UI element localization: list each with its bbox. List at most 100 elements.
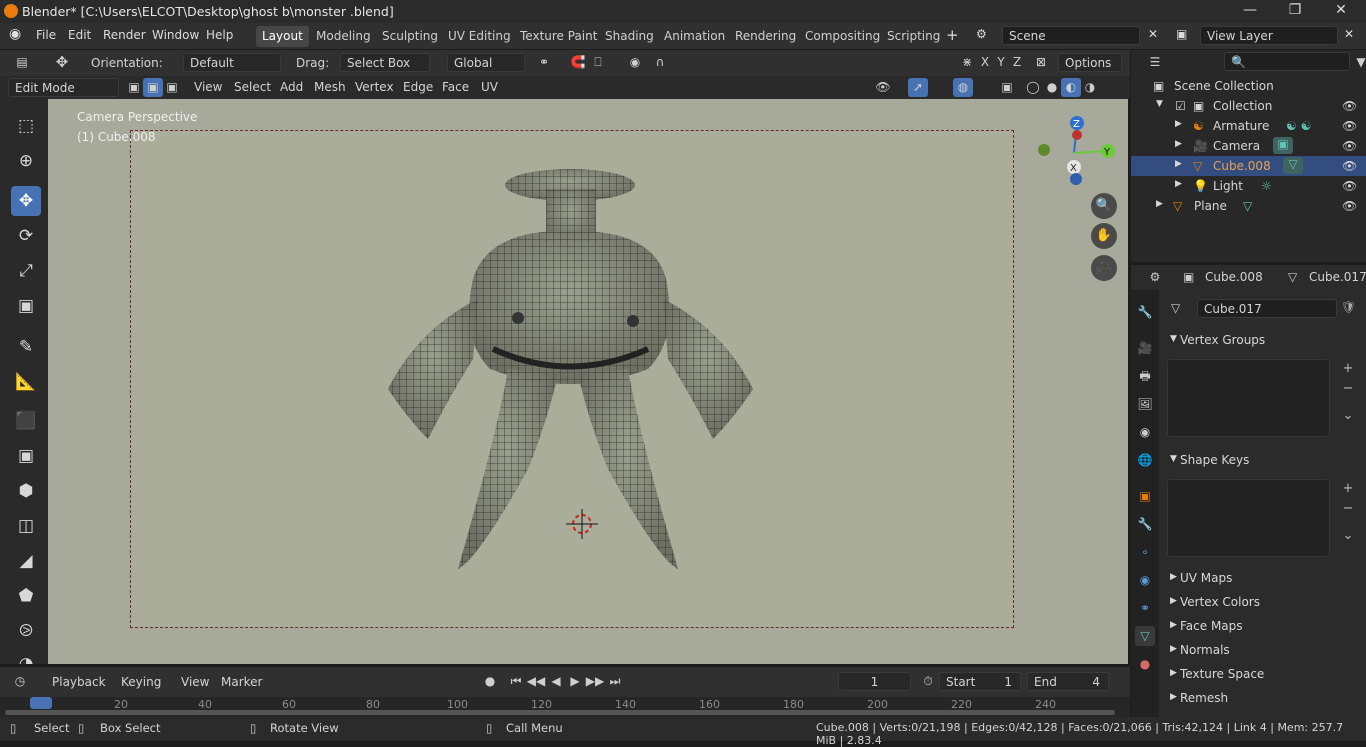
menu-render[interactable]: Render bbox=[103, 28, 146, 42]
shape-keys-list[interactable] bbox=[1167, 479, 1330, 557]
3d-viewport[interactable]: Camera Perspective (1) Cube.008 Z Y X 🔍 … bbox=[48, 99, 1128, 664]
outliner-row-scene-collection[interactable]: ▣ Scene Collection bbox=[1131, 76, 1366, 96]
tab-uv-editing[interactable]: UV Editing bbox=[442, 26, 517, 47]
particles-tab-icon[interactable]: ∘ bbox=[1135, 542, 1155, 562]
camera-view-icon[interactable]: 🎥 bbox=[1091, 255, 1117, 281]
panel-remesh[interactable]: ▶ Remesh bbox=[1164, 689, 1364, 711]
timeline-scrollbar[interactable] bbox=[5, 710, 1115, 715]
menu-face[interactable]: Face bbox=[442, 80, 469, 94]
timeline-ruler[interactable]: 20 40 60 80 100 120 140 160 180 200 220 … bbox=[0, 697, 1130, 717]
remove-vertex-group-icon[interactable]: − bbox=[1340, 381, 1356, 397]
menu-playback[interactable]: Playback bbox=[52, 675, 106, 689]
add-shape-key-icon[interactable]: + bbox=[1340, 481, 1356, 497]
modifier-tab-icon[interactable]: 🔧 bbox=[1135, 514, 1155, 534]
outliner-search-input[interactable]: 🔍 bbox=[1224, 52, 1350, 71]
face-select-icon[interactable]: ▣ bbox=[162, 78, 182, 97]
move-tool-icon[interactable]: ✥ bbox=[11, 186, 41, 216]
physics-tab-icon[interactable]: ◉ bbox=[1135, 570, 1155, 590]
move-tool-icon[interactable]: ✥ bbox=[52, 53, 72, 72]
outliner-row-camera[interactable]: ▶ 🎥 Camera ▣ 👁 bbox=[1131, 136, 1366, 156]
scene-selector[interactable]: Scene bbox=[1002, 26, 1140, 45]
fake-user-shield-icon[interactable]: 🛡 bbox=[1341, 300, 1356, 314]
eye-icon[interactable]: 👁 bbox=[1342, 119, 1357, 133]
auto-merge-icon[interactable]: ⊠ bbox=[1031, 53, 1051, 72]
tab-compositing[interactable]: Compositing bbox=[799, 26, 886, 47]
edge-select-icon[interactable]: ▣ bbox=[143, 78, 163, 97]
panel-vertex-groups[interactable]: ▼ Vertex Groups bbox=[1164, 331, 1364, 353]
eye-icon[interactable]: 👁 bbox=[1342, 159, 1357, 173]
mesh-data-tab-icon[interactable]: ▽ bbox=[1135, 626, 1155, 646]
close-button[interactable]: ✕ bbox=[1318, 2, 1364, 22]
menu-vertex[interactable]: Vertex bbox=[355, 80, 394, 94]
xray-icon[interactable]: ▣ bbox=[997, 78, 1017, 97]
remove-scene-icon[interactable]: ✕ bbox=[1148, 27, 1158, 41]
tab-rendering[interactable]: Rendering bbox=[729, 26, 802, 47]
play-reverse-icon[interactable]: ◀ bbox=[546, 672, 566, 691]
vertex-group-menu-icon[interactable]: ⌄ bbox=[1340, 408, 1356, 424]
cursor-tool-icon[interactable]: ⊕ bbox=[11, 146, 41, 176]
filter-icon[interactable]: ▼ bbox=[1351, 53, 1366, 72]
pivot-icon[interactable]: ⚭ bbox=[534, 53, 554, 72]
expand-arrow-icon[interactable]: ▶ bbox=[1175, 179, 1182, 189]
snap-target-icon[interactable]: ⎕ bbox=[588, 53, 608, 72]
tab-layout[interactable]: Layout bbox=[256, 26, 309, 47]
panel-vertex-colors[interactable]: ▶ Vertex Colors bbox=[1164, 593, 1364, 615]
spin-tool-icon[interactable]: ⧁ bbox=[11, 616, 41, 646]
expand-arrow-icon[interactable]: ▼ bbox=[1156, 99, 1163, 109]
snap-icon[interactable]: 🧲 bbox=[568, 53, 588, 72]
view-layer-tab-icon[interactable]: 🖼 bbox=[1135, 394, 1155, 414]
editor-type-icon[interactable]: ▤ bbox=[12, 53, 32, 72]
playhead[interactable] bbox=[30, 697, 52, 709]
menu-edit[interactable]: Edit bbox=[68, 28, 91, 42]
play-icon[interactable]: ▶ bbox=[565, 672, 585, 691]
expand-arrow-icon[interactable]: ▶ bbox=[1175, 119, 1182, 129]
zoom-icon[interactable]: 🔍 bbox=[1091, 193, 1117, 219]
blender-menu-icon[interactable]: ◉ bbox=[9, 26, 21, 42]
orientation-dropdown[interactable]: Default bbox=[183, 53, 281, 72]
tab-texture-paint[interactable]: Texture Paint bbox=[514, 26, 603, 47]
constraints-tab-icon[interactable]: ⚭ bbox=[1135, 598, 1155, 618]
end-frame-field[interactable]: End 4 bbox=[1027, 672, 1109, 691]
prev-keyframe-icon[interactable]: ◀◀ bbox=[526, 672, 546, 691]
expand-arrow-icon[interactable]: ▶ bbox=[1175, 159, 1182, 169]
stopwatch-icon[interactable]: ⏱ bbox=[918, 672, 938, 691]
outliner-row-light[interactable]: ▶ 💡 Light ☼ 👁 bbox=[1131, 176, 1366, 196]
mode-dropdown[interactable]: Edit Mode bbox=[8, 78, 119, 97]
menu-edge[interactable]: Edge bbox=[403, 80, 433, 94]
expand-arrow-icon[interactable]: ▶ bbox=[1175, 139, 1182, 149]
eye-icon[interactable]: 👁 bbox=[1342, 99, 1357, 113]
view-layer-icon[interactable]: ▣ bbox=[1176, 27, 1187, 41]
menu-file[interactable]: File bbox=[36, 28, 56, 42]
pan-hand-icon[interactable]: ✋ bbox=[1091, 223, 1117, 249]
options-dropdown[interactable]: Options bbox=[1058, 53, 1122, 72]
rendered-shading-icon[interactable]: ◑ bbox=[1080, 78, 1100, 97]
tab-shading[interactable]: Shading bbox=[599, 26, 660, 47]
remove-view-layer-icon[interactable]: ✕ bbox=[1344, 27, 1354, 41]
panel-face-maps[interactable]: ▶ Face Maps bbox=[1164, 617, 1364, 639]
outliner-row-cube-008[interactable]: ▶ ▽ Cube.008 ▽ 👁 bbox=[1131, 156, 1366, 176]
scene-tab-icon[interactable]: ◉ bbox=[1135, 422, 1155, 442]
solid-shading-icon[interactable]: ● bbox=[1042, 78, 1062, 97]
knife-tool-icon[interactable]: ◢ bbox=[11, 546, 41, 576]
vertex-groups-list[interactable] bbox=[1167, 359, 1330, 437]
record-icon[interactable]: ● bbox=[480, 672, 500, 691]
mesh-datablock-field[interactable]: Cube.017 bbox=[1197, 299, 1337, 318]
poly-build-tool-icon[interactable]: ⬟ bbox=[11, 581, 41, 611]
checkbox-icon[interactable]: ☑ bbox=[1175, 99, 1186, 113]
properties-editor-type-icon[interactable]: ⚙ bbox=[1145, 268, 1165, 287]
menu-help[interactable]: Help bbox=[206, 28, 233, 42]
start-frame-field[interactable]: Start 1 bbox=[939, 672, 1021, 691]
remove-shape-key-icon[interactable]: − bbox=[1340, 501, 1356, 517]
3d-cursor-icon[interactable] bbox=[562, 509, 602, 549]
gizmo-toggle-icon[interactable]: ➚ bbox=[908, 78, 928, 97]
bevel-tool-icon[interactable]: ⬢ bbox=[11, 476, 41, 506]
scale-tool-icon[interactable]: ⤢ bbox=[11, 256, 41, 286]
expand-arrow-icon[interactable]: ▶ bbox=[1156, 199, 1163, 209]
menu-mesh[interactable]: Mesh bbox=[314, 80, 346, 94]
panel-uv-maps[interactable]: ▶ UV Maps bbox=[1164, 569, 1364, 591]
object-tab-icon[interactable]: ▣ bbox=[1135, 486, 1155, 506]
world-tab-icon[interactable]: 🌐 bbox=[1135, 450, 1155, 470]
panel-shape-keys[interactable]: ▼ Shape Keys bbox=[1164, 451, 1364, 473]
menu-add[interactable]: Add bbox=[280, 80, 303, 94]
navigation-gizmo[interactable]: Z Y X bbox=[1032, 113, 1122, 193]
